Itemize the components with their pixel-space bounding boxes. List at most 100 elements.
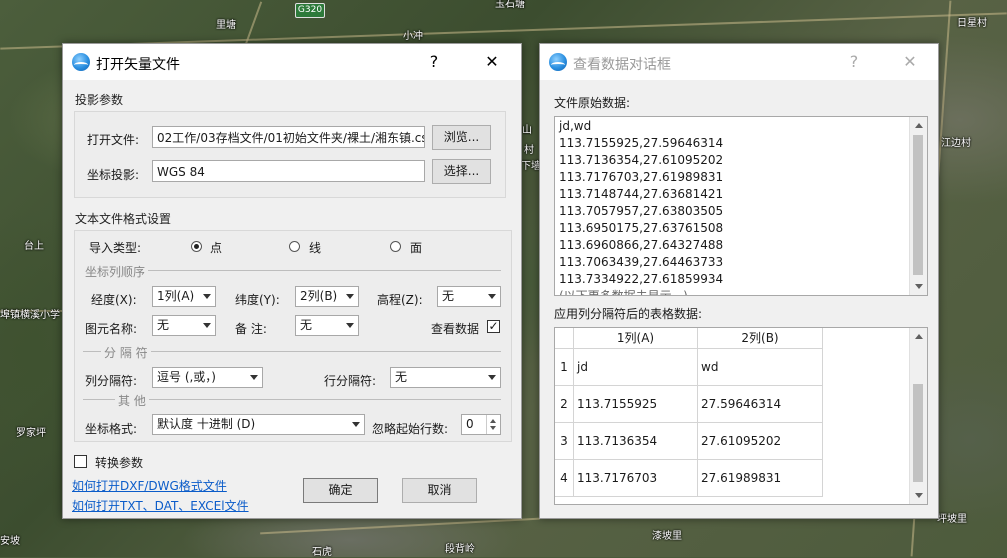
remark-select[interactable]: 无	[295, 315, 359, 336]
map-label: 小冲	[403, 31, 423, 42]
table-cell[interactable]: 113.7136354	[574, 423, 698, 460]
open-file-label: 打开文件:	[87, 133, 140, 147]
map-label: 日星村	[957, 18, 987, 29]
table-data-label: 应用列分隔符后的表格数据:	[554, 307, 703, 321]
coord-projection-label: 坐标投影:	[87, 168, 140, 182]
spin-up-icon[interactable]	[490, 419, 496, 423]
help-icon[interactable]: ?	[841, 50, 867, 74]
spin-down-icon[interactable]	[490, 426, 496, 430]
close-icon[interactable]: ✕	[897, 50, 923, 74]
longitude-column-select[interactable]: 1列(A)	[152, 286, 216, 307]
elevation-value: 无	[442, 289, 455, 303]
browse-button[interactable]: 浏览...	[432, 125, 491, 150]
table-cell[interactable]: wd	[698, 349, 823, 386]
remark-value: 无	[300, 318, 313, 332]
map-label: 里塘	[216, 20, 236, 31]
table-header[interactable]: 1列(A)	[574, 328, 698, 349]
raw-data-line: 113.7057957,27.63803505	[559, 204, 724, 218]
remark-label: 备 注:	[235, 322, 267, 336]
chevron-down-icon	[203, 294, 211, 299]
map-label: 石虎	[312, 547, 332, 558]
radio-polygon-label: 面	[410, 241, 423, 255]
view-data-label: 查看数据	[431, 322, 480, 336]
feature-name-select[interactable]: 无	[152, 315, 216, 336]
convert-params-checkbox[interactable]	[74, 455, 87, 468]
dialog-titlebar[interactable]: 查看数据对话框 ? ✕	[540, 44, 938, 80]
table-header[interactable]: 2列(B)	[698, 328, 823, 349]
column-delimiter-select[interactable]: 逗号 (,或，)	[152, 367, 263, 388]
table-data-grid[interactable]: 1列(A) 2列(B) 1 jd wd 2 113.7155925 27.596…	[554, 327, 928, 505]
road-shield-g320: G320	[295, 3, 325, 18]
scroll-thumb[interactable]	[913, 135, 923, 275]
elevation-column-select[interactable]: 无	[437, 286, 501, 307]
chevron-down-icon	[250, 375, 258, 380]
close-icon[interactable]: ✕	[479, 50, 505, 74]
coord-format-label: 坐标格式:	[85, 422, 138, 436]
chevron-down-icon	[203, 323, 211, 328]
longitude-value: 1列(A)	[157, 289, 195, 303]
map-label: 下墙	[521, 161, 541, 172]
scroll-down-icon[interactable]	[915, 493, 923, 498]
help-icon[interactable]: ?	[421, 50, 447, 74]
spinner-buttons[interactable]	[486, 415, 500, 434]
scroll-up-icon[interactable]	[915, 123, 923, 128]
table-cell[interactable]: 27.61989831	[698, 460, 823, 497]
raw-data-scrollbar[interactable]	[909, 117, 927, 295]
table-cell[interactable]: 113.7176703	[574, 460, 698, 497]
coord-format-select[interactable]: 默认度 十进制 (D)	[152, 414, 365, 435]
table-cell[interactable]: 113.7155925	[574, 386, 698, 423]
chevron-down-icon	[352, 422, 360, 427]
view-data-checkbox[interactable]: ✓	[487, 320, 500, 333]
table-row-header: 1	[555, 349, 574, 386]
table-cell[interactable]: 27.59646314	[698, 386, 823, 423]
help-link-txt[interactable]: 如何打开TXT、DAT、EXCEl文件	[72, 497, 249, 514]
table-cell[interactable]: 27.61095202	[698, 423, 823, 460]
dialog-titlebar[interactable]: 打开矢量文件 ? ✕	[63, 44, 521, 80]
latitude-column-select[interactable]: 2列(B)	[295, 286, 359, 307]
map-label: 玉石塘	[495, 0, 525, 10]
map-label: 村	[524, 145, 534, 156]
delimiter-section-label: 分 隔 符	[101, 344, 151, 361]
coord-projection-field[interactable]: WGS 84	[152, 160, 425, 182]
raw-data-line: 113.6950175,27.63761508	[559, 221, 724, 235]
cancel-button[interactable]: 取消	[402, 478, 477, 503]
scroll-up-icon[interactable]	[915, 334, 923, 339]
raw-data-line: 113.7334922,27.61859934	[559, 272, 724, 286]
row-delimiter-value: 无	[395, 370, 408, 384]
row-delimiter-select[interactable]: 无	[390, 367, 501, 388]
table-cell[interactable]: jd	[574, 349, 698, 386]
table-row-header: 2	[555, 386, 574, 423]
chevron-down-icon	[346, 294, 354, 299]
chevron-down-icon	[346, 323, 354, 328]
table-scrollbar[interactable]	[909, 328, 927, 504]
select-projection-button[interactable]: 选择...	[432, 159, 491, 184]
help-link-dxf[interactable]: 如何打开DXF/DWG格式文件	[72, 477, 227, 494]
column-delimiter-label: 列分隔符:	[85, 374, 138, 388]
dialog-title: 查看数据对话框	[573, 57, 671, 73]
app-logo-icon	[72, 53, 90, 71]
scroll-down-icon[interactable]	[915, 284, 923, 289]
coord-order-section-label: 坐标列顺序	[82, 263, 149, 280]
app-logo-icon	[549, 53, 567, 71]
raw-data-line: (以下更多数据未显示...)	[559, 289, 688, 296]
raw-data-line: jd,wd	[559, 119, 592, 133]
ok-button[interactable]: 确定	[303, 478, 378, 503]
coord-format-value: 默认度 十进制 (D)	[157, 417, 256, 431]
radio-polygon[interactable]	[390, 241, 401, 252]
skip-rows-spinner[interactable]: 0	[461, 414, 501, 435]
raw-data-line: 113.7063439,27.64463733	[559, 255, 724, 269]
longitude-label: 经度(X):	[91, 293, 137, 307]
other-section-label: 其 他	[115, 392, 149, 409]
radio-line[interactable]	[289, 241, 300, 252]
raw-data-line: 113.7148744,27.63681421	[559, 187, 724, 201]
raw-data-lines: jd,wd 113.7155925,27.59646314 113.713635…	[555, 117, 927, 296]
feature-name-label: 图元名称:	[85, 322, 138, 336]
table-corner	[555, 328, 574, 349]
map-label: 埠镇横溪小学	[0, 310, 60, 321]
map-label: 安坡	[0, 536, 20, 547]
raw-data-textarea[interactable]: jd,wd 113.7155925,27.59646314 113.713635…	[554, 116, 928, 296]
radio-point-label: 点	[210, 241, 223, 255]
scroll-thumb[interactable]	[913, 384, 923, 482]
open-file-path-field[interactable]: 02工作/03存档文件/01初始文件夹/裸土/湘东镇.cs	[152, 126, 425, 148]
radio-point[interactable]	[191, 241, 202, 252]
